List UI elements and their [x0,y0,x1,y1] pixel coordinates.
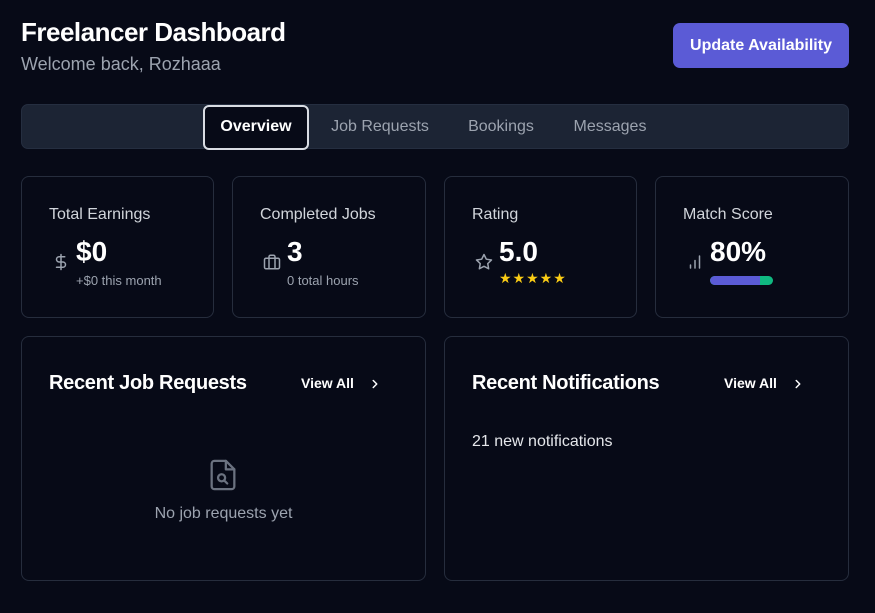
page-header: Freelancer Dashboard Welcome back, Rozha… [21,16,849,76]
stat-value: 5.0 [499,236,538,267]
tab-job-requests[interactable]: Job Requests [320,106,440,150]
panel-title: Recent Notifications [472,372,660,394]
tab-overview[interactable]: Overview [203,105,309,150]
briefcase-icon [263,254,281,270]
view-all-notifications-link[interactable]: View All [724,375,777,391]
chevron-right-icon[interactable] [368,377,382,391]
stat-subtext: +$0 this month [76,273,162,288]
match-score-progress-bar [710,276,773,285]
stat-card-rating: Rating 5.0 ★★★★★ [444,176,637,318]
stat-label: Total Earnings [49,206,151,223]
chevron-right-icon[interactable] [791,377,805,391]
tab-bar: Overview Job Requests Bookings Messages [21,104,849,150]
stat-card-earnings: Total Earnings $0 +$0 this month [21,176,214,318]
view-all-job-requests-link[interactable]: View All [301,375,354,391]
notification-summary: 21 new notifications [472,433,613,450]
stat-card-match-score: Match Score 80% [655,176,849,318]
update-availability-button[interactable]: Update Availability [673,23,849,68]
stat-label: Completed Jobs [260,206,376,223]
stat-subtext: 0 total hours [287,273,359,288]
stat-label: Match Score [683,206,773,223]
recent-notifications-panel: Recent Notifications View All 21 new not… [444,336,849,581]
empty-state-message: No job requests yet [154,505,293,522]
tab-messages[interactable]: Messages [562,106,658,150]
file-search-icon [210,459,236,491]
panel-title: Recent Job Requests [49,372,247,394]
star-rating: ★★★★★ [499,270,567,286]
dollar-icon [55,253,67,271]
stat-card-completed-jobs: Completed Jobs 3 0 total hours [232,176,426,318]
stat-value: $0 [76,236,108,267]
tab-bookings[interactable]: Bookings [458,106,544,150]
stat-value: 80% [710,236,767,267]
recent-job-requests-panel: Recent Job Requests View All No job requ… [21,336,426,581]
stat-value: 3 [287,236,303,267]
stat-label: Rating [472,206,519,223]
star-icon [475,253,493,270]
signal-icon [689,255,701,269]
progress-fill [710,276,761,285]
